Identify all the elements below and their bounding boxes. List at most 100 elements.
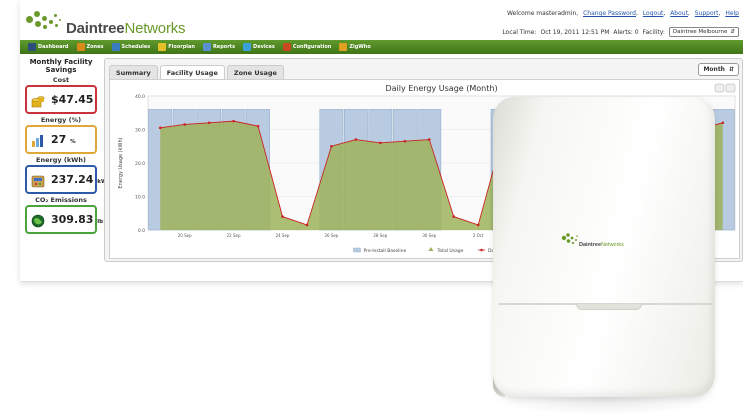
- x-tick-label: 30 Sep: [422, 233, 436, 238]
- help-link[interactable]: Help: [725, 10, 739, 17]
- device-logo-part1: Daintree: [579, 242, 602, 248]
- welcome-text: Welcome masteradmin,: [506, 10, 579, 17]
- facility-select[interactable]: Daintree Melbourne ⇵: [668, 27, 739, 37]
- legend-swatch-total: [428, 247, 434, 251]
- brand-name-part2: Networks: [124, 20, 186, 37]
- chart-title: Daily Energy Usage (Month): [385, 84, 497, 93]
- savings-value-unit: %: [70, 139, 76, 145]
- daintree-logo[interactable]: DaintreeNetworks: [26, 6, 196, 37]
- about-link[interactable]: About: [670, 10, 688, 17]
- y-tick-label: 40.0: [135, 94, 145, 100]
- configuration-icon: [282, 43, 291, 51]
- nav-item-label: ZigWho: [349, 44, 371, 50]
- daily-average-point: [721, 121, 725, 125]
- zones-icon: [76, 43, 85, 51]
- nav-item-schedules[interactable]: Schedules: [111, 43, 151, 51]
- period-select-value: Month: [703, 66, 725, 73]
- x-tick-label: 28 Sep: [373, 233, 387, 238]
- savings-card-cost: $47.45: [25, 85, 97, 114]
- nav-item-label: Reports: [212, 44, 236, 50]
- nav-item-label: Configuration: [292, 44, 332, 50]
- main-nav: Dashboard Zones Schedules Floorplan Reports D…: [20, 40, 743, 54]
- nav-item-label: Floorplan: [168, 44, 195, 50]
- device-logo-dots-icon: [561, 233, 578, 245]
- facility-label: Facility:: [642, 28, 665, 36]
- nav-item-configuration[interactable]: Configuration: [282, 43, 332, 51]
- nav-item-dashboard[interactable]: Dashboard: [28, 43, 69, 51]
- y-tick-label: 20.0: [135, 161, 145, 167]
- daily-average-point: [379, 141, 382, 145]
- nav-item-devices[interactable]: Devices: [243, 43, 275, 51]
- local-time-value: Oct 19, 2011 12:51 PM: [540, 28, 610, 36]
- savings-card-label: Energy (%): [40, 116, 82, 124]
- gateway-device-photo: DaintreeNetworks: [481, 97, 721, 417]
- savings-value-number: 309.83: [51, 213, 94, 226]
- nav-item-zigwho[interactable]: ZigWho: [339, 43, 371, 51]
- savings-card-co2: 309.83 lb: [25, 205, 103, 234]
- savings-card-energy-percent: 27 %: [25, 125, 97, 154]
- download-icon: [725, 83, 736, 93]
- devices-icon: [243, 43, 252, 51]
- savings-title: Monthly Facility Savings: [29, 58, 93, 74]
- daily-average-point: [158, 126, 162, 130]
- daily-average-point: [281, 215, 284, 218]
- brand-name: DaintreeNetworks: [66, 20, 186, 37]
- tab-zone-usage[interactable]: Zone Usage: [226, 65, 284, 80]
- nav-item-label: Schedules: [121, 44, 151, 50]
- device-logo-text: DaintreeNetworks: [579, 242, 624, 248]
- nav-item-label: Devices: [253, 44, 275, 50]
- local-time-bar: Local Time: Oct 19, 2011 12:51 PM Alerts…: [502, 27, 739, 37]
- savings-card-label: Energy (kWh): [36, 156, 86, 164]
- y-tick-label: 0.0: [138, 228, 145, 234]
- daily-average-point: [354, 138, 358, 141]
- savings-card-value: $47.45: [51, 93, 93, 106]
- alerts-count[interactable]: Alerts: 0: [613, 29, 638, 36]
- daily-average-point: [305, 223, 309, 227]
- support-link[interactable]: Support: [695, 10, 719, 17]
- device-logo: DaintreeNetworks: [561, 231, 631, 249]
- daily-average-point: [452, 215, 456, 218]
- x-tick-label: 24 Sep: [276, 233, 290, 238]
- select-arrows-icon: ⇵: [728, 66, 734, 73]
- savings-card-value: 27 %: [51, 133, 76, 146]
- savings-value-number: 237.24: [51, 173, 94, 186]
- tab-facility-usage[interactable]: Facility Usage: [159, 65, 225, 80]
- nav-item-reports[interactable]: Reports: [202, 43, 236, 51]
- savings-card-value: 237.24 kWh: [51, 173, 111, 186]
- change-password-link[interactable]: Change Password: [583, 10, 636, 17]
- savings-card-label: Cost: [52, 76, 70, 84]
- tab-summary[interactable]: Summary: [109, 65, 158, 80]
- reports-icon: [202, 43, 211, 51]
- nav-item-label: Zones: [86, 44, 104, 50]
- y-tick-label: 30.0: [135, 128, 145, 134]
- device-logo-part2: Networks: [601, 242, 624, 248]
- savings-value-unit: lb: [97, 219, 104, 225]
- daily-average-point: [427, 138, 431, 141]
- device-notch: [576, 304, 642, 310]
- nav-item-label: Dashboard: [38, 44, 69, 50]
- select-arrows-icon: ⇵: [730, 29, 735, 35]
- dollar-coins-icon: [31, 93, 45, 107]
- nav-item-zones[interactable]: Zones: [76, 43, 104, 51]
- header: DaintreeNetworks Welcome masteradmin, Ch…: [20, 0, 743, 40]
- daily-average-point: [330, 144, 333, 148]
- savings-card-value: 309.83 lb: [51, 213, 103, 226]
- savings-card-label: CO₂ Emissions: [35, 196, 87, 204]
- welcome-bar: Welcome masteradmin, Change Password, Lo…: [506, 10, 739, 17]
- period-select[interactable]: Month ⇵: [698, 63, 739, 76]
- nav-item-floorplan[interactable]: Floorplan: [158, 43, 195, 51]
- globe-icon: [31, 213, 45, 227]
- legend-label: Total Usage: [436, 248, 463, 254]
- y-axis-label: Energy Usage (kWh): [118, 137, 124, 188]
- x-tick-label: 20 Sep: [178, 233, 192, 238]
- daily-average-point: [183, 123, 186, 126]
- daily-average-point: [403, 139, 407, 143]
- facility-select-value: Daintree Melbourne: [672, 29, 728, 35]
- logout-link[interactable]: Logout: [643, 10, 664, 17]
- energy-meter-icon: [31, 173, 45, 187]
- savings-sidebar: Monthly Facility Savings Cost $47.45 Ener…: [25, 58, 111, 234]
- bar-chart-icon: [31, 133, 45, 147]
- floorplan-icon: [158, 43, 167, 51]
- schedules-icon: [111, 43, 120, 51]
- x-tick-label: 26 Sep: [324, 233, 338, 238]
